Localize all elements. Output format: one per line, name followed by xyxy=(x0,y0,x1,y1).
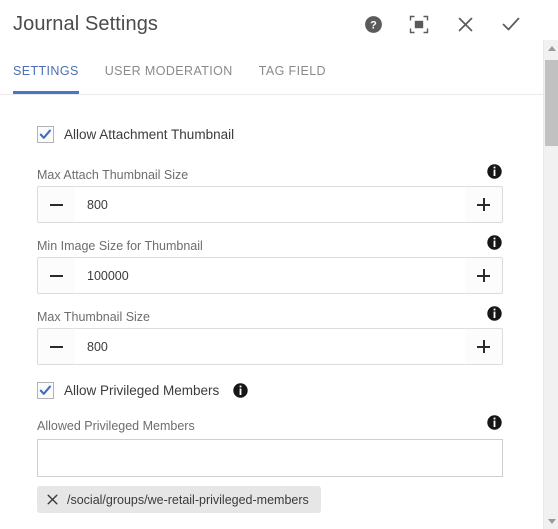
tab-settings-label: SETTINGS xyxy=(13,64,79,78)
minus-icon xyxy=(50,274,63,277)
minus-icon xyxy=(50,203,63,206)
help-icon[interactable]: ? xyxy=(361,12,385,36)
max-thumbnail-size-label: Max Thumbnail Size xyxy=(37,310,151,324)
min-image-size-for-thumbnail-label: Min Image Size for Thumbnail xyxy=(37,239,203,253)
page-title: Journal Settings xyxy=(13,12,159,35)
check-icon[interactable] xyxy=(499,12,523,36)
checkmark-icon xyxy=(39,385,52,395)
svg-text:?: ? xyxy=(370,19,377,31)
allowed-privileged-members-info-icon[interactable] xyxy=(487,415,502,430)
allowed-privileged-members-input[interactable] xyxy=(37,439,503,477)
max-thumbnail-size-info-icon[interactable] xyxy=(487,306,502,321)
fullscreen-icon[interactable] xyxy=(407,12,431,36)
tab-bar: SETTINGS USER MODERATION TAG FIELD xyxy=(0,48,543,95)
min-image-size-for-thumbnail-decrement[interactable] xyxy=(37,257,75,294)
max-thumbnail-size-decrement[interactable] xyxy=(37,328,75,365)
plus-icon xyxy=(477,269,490,282)
tab-tag-field-label: TAG FIELD xyxy=(258,64,326,78)
settings-form: Allow Attachment Thumbnail Max Attach Th… xyxy=(0,96,543,529)
allow-attachment-thumbnail-checkbox[interactable] xyxy=(37,126,54,143)
allow-privileged-members-info-icon[interactable] xyxy=(233,383,249,398)
min-image-size-for-thumbnail-increment[interactable] xyxy=(465,257,503,294)
close-icon[interactable] xyxy=(453,12,477,36)
journal-settings-dialog: Journal Settings ? SETTINGS USER MODERAT… xyxy=(0,0,558,529)
allowed-privileged-members-chip: /social/groups/we-retail-privileged-memb… xyxy=(37,486,321,513)
chip-label: /social/groups/we-retail-privileged-memb… xyxy=(67,492,309,507)
vertical-scrollbar[interactable] xyxy=(543,40,558,529)
max-attach-thumbnail-size-decrement[interactable] xyxy=(37,186,75,223)
scrollbar-thumb[interactable] xyxy=(545,60,558,146)
min-image-size-for-thumbnail-input[interactable]: 100000 xyxy=(75,257,465,294)
header-actions: ? xyxy=(361,12,543,36)
allowed-privileged-members-label: Allowed Privileged Members xyxy=(37,419,195,433)
max-attach-thumbnail-size-input[interactable]: 800 xyxy=(75,186,465,223)
max-attach-thumbnail-size-info-icon[interactable] xyxy=(487,164,502,179)
plus-icon xyxy=(477,198,490,211)
max-thumbnail-size-input[interactable]: 800 xyxy=(75,328,465,365)
max-thumbnail-size-increment[interactable] xyxy=(465,328,503,365)
allow-privileged-members-row: Allow Privileged Members xyxy=(37,382,249,399)
tab-user-moderation[interactable]: USER MODERATION xyxy=(92,48,246,94)
plus-icon xyxy=(477,340,490,353)
allow-attachment-thumbnail-label: Allow Attachment Thumbnail xyxy=(64,127,235,142)
max-attach-thumbnail-size-increment[interactable] xyxy=(465,186,503,223)
tab-tag-field[interactable]: TAG FIELD xyxy=(246,48,339,94)
min-image-size-for-thumbnail-stepper: 100000 xyxy=(37,257,503,294)
max-thumbnail-size-stepper: 800 xyxy=(37,328,503,365)
max-attach-thumbnail-size-label: Max Attach Thumbnail Size xyxy=(37,168,189,182)
tab-settings[interactable]: SETTINGS xyxy=(0,48,92,94)
allow-privileged-members-checkbox[interactable] xyxy=(37,382,54,399)
allow-attachment-thumbnail-row: Allow Attachment Thumbnail xyxy=(37,126,234,143)
scroll-down-arrow-icon[interactable] xyxy=(544,513,558,529)
tab-user-moderation-label: USER MODERATION xyxy=(104,64,233,78)
min-image-size-for-thumbnail-info-icon[interactable] xyxy=(487,235,502,250)
scroll-up-arrow-icon[interactable] xyxy=(544,40,558,56)
allow-privileged-members-label: Allow Privileged Members xyxy=(64,383,220,398)
minus-icon xyxy=(50,345,63,348)
max-attach-thumbnail-size-stepper: 800 xyxy=(37,186,503,223)
dialog-header: Journal Settings ? xyxy=(0,0,543,48)
chip-remove-icon[interactable] xyxy=(47,494,58,505)
checkmark-icon xyxy=(39,129,52,139)
